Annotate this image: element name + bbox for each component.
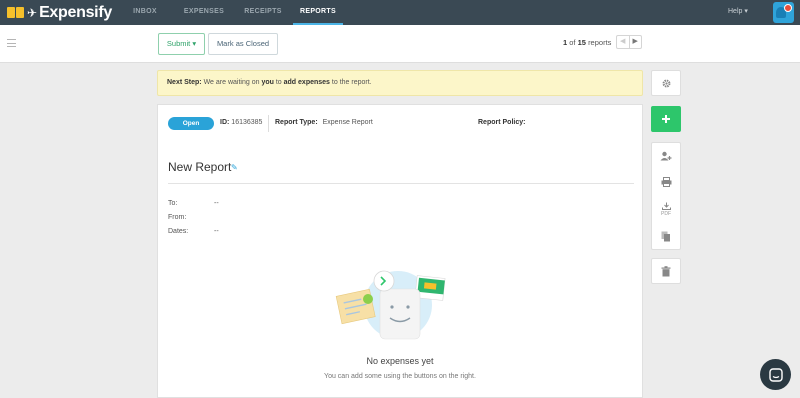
add-expense-button[interactable] xyxy=(651,106,681,132)
pager-of: of xyxy=(569,38,576,47)
status-badge: Open xyxy=(168,117,214,130)
report-type-label: Report Type: xyxy=(275,119,318,126)
share-button[interactable] xyxy=(652,143,680,169)
avatar[interactable] xyxy=(773,2,794,23)
tab-expenses[interactable]: EXPENSES xyxy=(180,0,228,25)
to-value[interactable]: -- xyxy=(214,200,219,207)
tab-reports[interactable]: REPORTS xyxy=(293,0,343,25)
dates-label: Dates: xyxy=(168,228,189,235)
empty-state-subtitle: You can add some using the buttons on th… xyxy=(324,373,476,380)
delete-report-button[interactable] xyxy=(651,258,681,284)
submit-button[interactable]: Submit ▾ xyxy=(158,33,205,55)
report-type: Report Type: Expense Report xyxy=(275,119,373,126)
report-toolbar: Submit ▾ Mark as Closed 1 of 15 reports … xyxy=(0,25,800,63)
report-pager-text: 1 of 15 reports xyxy=(563,38,611,47)
airplane-icon: ✈ xyxy=(27,5,38,20)
report-type-value: Expense Report xyxy=(322,119,373,126)
mark-as-closed-button[interactable]: Mark as Closed xyxy=(208,33,278,55)
menu-icon[interactable] xyxy=(7,39,16,47)
print-button[interactable] xyxy=(652,169,680,195)
submit-label: Submit xyxy=(166,39,191,48)
copy-report-button[interactable] xyxy=(652,223,680,249)
to-label: To: xyxy=(168,200,178,207)
report-policy-label: Report Policy: xyxy=(478,119,526,126)
pager-suffix: reports xyxy=(588,38,612,47)
chevron-down-icon: ▾ xyxy=(744,8,748,15)
next-step-who: you xyxy=(261,79,274,86)
print-icon xyxy=(661,177,671,187)
next-step-action: add expenses xyxy=(283,79,330,86)
add-user-icon xyxy=(660,151,672,161)
previous-report-button[interactable]: ◀ xyxy=(617,36,630,48)
chat-button[interactable] xyxy=(760,359,791,390)
tab-receipts[interactable]: RECEIPTS xyxy=(240,0,286,25)
next-step-text-before: We are waiting on xyxy=(203,79,260,86)
next-report-button[interactable]: ▶ xyxy=(630,36,642,48)
pager-current: 1 xyxy=(563,38,568,47)
pager-buttons: ◀ ▶ xyxy=(616,35,642,49)
meta-divider xyxy=(268,115,269,132)
next-step-text-middle: to xyxy=(275,79,282,86)
report-id-label: ID: xyxy=(220,119,230,126)
next-step-banner: Next Step: We are waiting on you to add … xyxy=(157,70,643,96)
pencil-icon[interactable]: ✎ xyxy=(231,163,238,172)
dates-value: -- xyxy=(214,228,219,235)
report-card: Open ID: 16136385 Report Type: Expense R… xyxy=(157,104,643,398)
download-pdf-button[interactable]: PDF xyxy=(652,195,680,223)
brand-name: Expensify xyxy=(39,3,112,21)
logo-mark-icon xyxy=(7,7,24,18)
copy-icon xyxy=(661,231,670,241)
empty-state-title: No expenses yet xyxy=(366,356,434,366)
pager-total: 15 xyxy=(577,38,586,47)
chevron-down-icon: ▾ xyxy=(192,39,197,48)
next-step-text-after: to the report. xyxy=(331,79,372,86)
report-title[interactable]: New Report xyxy=(168,160,231,174)
empty-state-illustration xyxy=(335,270,446,340)
help-menu[interactable]: Help ▾ xyxy=(728,0,748,25)
divider xyxy=(168,183,634,184)
report-id: ID: 16136385 xyxy=(220,119,262,126)
report-id-value: 16136385 xyxy=(231,119,263,126)
tab-inbox[interactable]: INBOX xyxy=(127,0,163,25)
expensify-logo[interactable]: ✈ Expensify xyxy=(7,3,112,22)
top-nav: ✈ Expensify INBOX EXPENSES RECEIPTS REPO… xyxy=(0,0,800,25)
plus-icon xyxy=(662,115,670,123)
trash-icon xyxy=(661,265,671,276)
settings-button[interactable] xyxy=(651,70,681,96)
pdf-label: PDF xyxy=(661,210,671,217)
next-step-label: Next Step: xyxy=(167,79,202,86)
gear-icon xyxy=(662,79,670,87)
report-actions-group: PDF xyxy=(651,142,681,250)
chat-icon xyxy=(768,367,783,382)
download-pdf-icon xyxy=(661,202,671,210)
from-label: From: xyxy=(168,214,187,221)
report-policy[interactable]: Report Policy: xyxy=(478,119,525,126)
help-label: Help xyxy=(728,8,743,15)
